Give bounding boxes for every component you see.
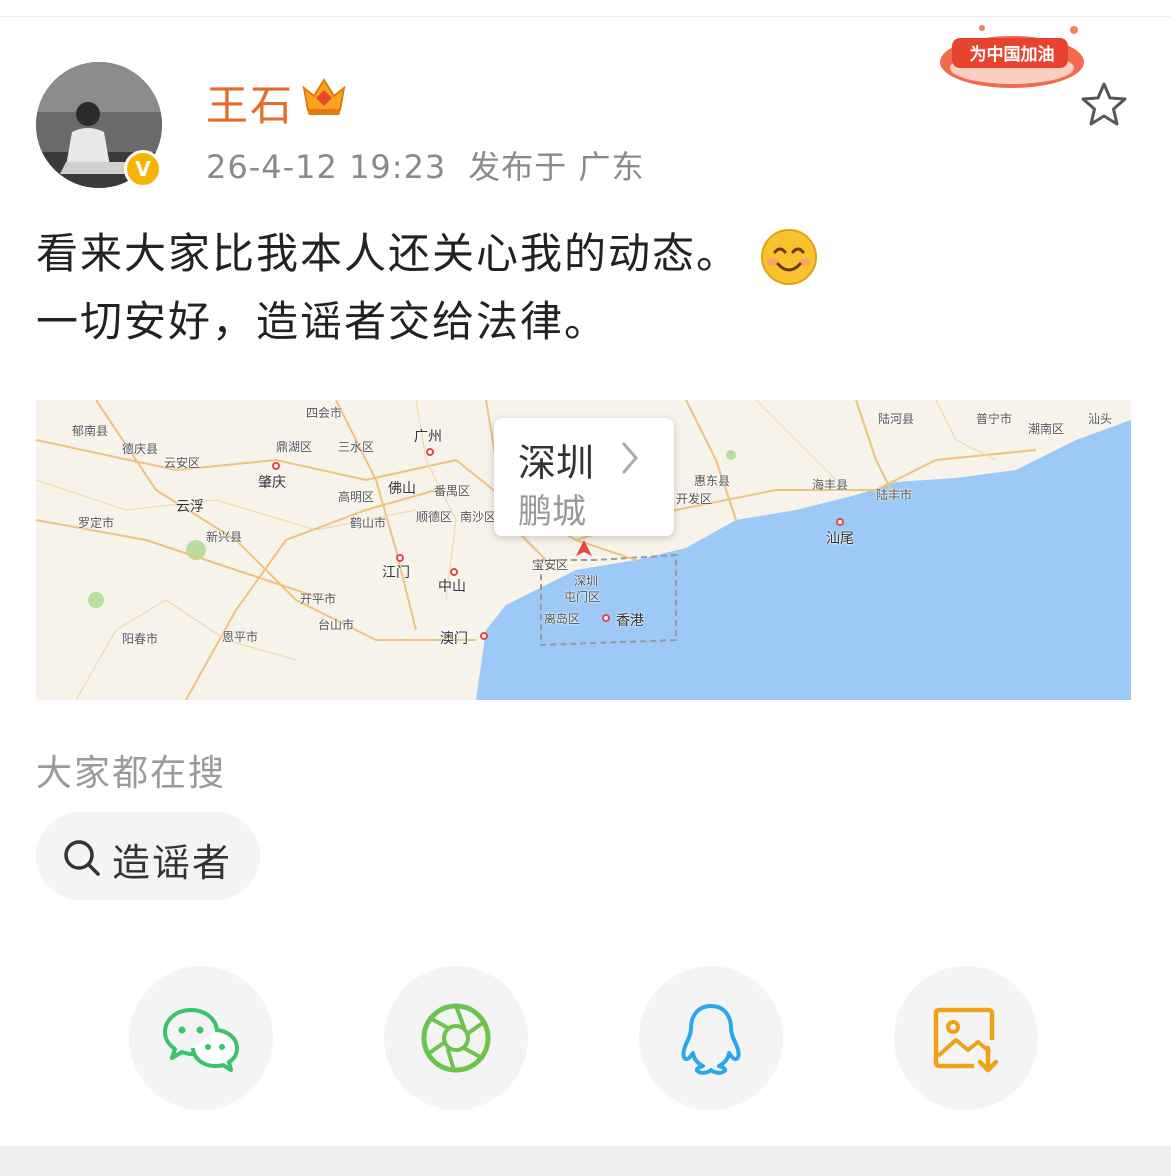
- map-label: 云安区: [164, 456, 201, 470]
- map-label: 陆河县: [878, 412, 915, 426]
- post-line-1-text: 看来大家比我本人还关心我的动态。: [36, 229, 741, 278]
- cheer-china-badge: 为中国加油: [940, 25, 1084, 88]
- map-label: 屯门区: [564, 590, 601, 604]
- map-label: 开发区: [676, 492, 713, 506]
- map-label: 恩平市: [222, 630, 259, 644]
- map-label: 香港: [616, 613, 644, 629]
- wechat-icon: [163, 1008, 239, 1072]
- map-city-dot: [480, 632, 488, 640]
- author-name[interactable]: 王石: [206, 72, 294, 133]
- map-label: 鼎湖区: [276, 440, 313, 454]
- map-label: 南沙区: [460, 510, 497, 524]
- map-label: 佛山: [388, 481, 416, 497]
- map-label: 台山市: [318, 618, 355, 632]
- map-label: 海丰县: [812, 478, 849, 492]
- post-line-1: 看来大家比我本人还关心我的动态。: [36, 220, 818, 288]
- badge-text: 为中国加油: [970, 44, 1055, 65]
- map-label: 惠东县: [694, 474, 731, 488]
- map-label: 顺德区: [416, 510, 453, 524]
- share-qq-button[interactable]: [639, 966, 783, 1110]
- search-chip[interactable]: 造谣者: [36, 812, 260, 900]
- popup-city: 深圳: [518, 441, 595, 485]
- map-label: 广州: [414, 429, 442, 445]
- map-label: 四会市: [306, 406, 343, 420]
- map-label: 潮南区: [1028, 422, 1065, 436]
- save-image-button[interactable]: [894, 966, 1038, 1110]
- post-content: 看来大家比我本人还关心我的动态。 一切安好，造谣者交给法律。: [36, 220, 818, 356]
- post-line-2: 一切安好，造谣者交给法律。: [36, 297, 609, 346]
- map-label: 阳春市: [122, 632, 159, 646]
- vip-crown-icon: [302, 78, 346, 115]
- map-label: 三水区: [338, 440, 375, 454]
- map-city-dot: [426, 448, 434, 456]
- share-wechat-button[interactable]: [129, 966, 273, 1110]
- map-label: 汕头: [1088, 412, 1113, 426]
- map-label: 云浮: [176, 499, 204, 515]
- map-location-popup[interactable]: 深圳 鹏城: [494, 418, 674, 536]
- map-label: 鹤山市: [350, 516, 387, 530]
- post-meta: 26-4-12 19:23 发布于 广东: [206, 142, 644, 188]
- map-label: 番禺区: [434, 484, 471, 498]
- map-label: 中山: [438, 579, 466, 595]
- search-chip-label: 造谣者: [112, 841, 233, 885]
- qq-penguin-icon: [681, 1004, 741, 1075]
- map-city-dot: [836, 518, 844, 526]
- map-label: 高明区: [338, 490, 375, 504]
- map-label: 郁南县: [72, 424, 109, 438]
- map-city-dot: [272, 462, 280, 470]
- map-label: 陆丰市: [876, 488, 913, 502]
- map-label: 深圳: [574, 574, 599, 588]
- post-time: 26-4-12 19:23: [206, 148, 447, 186]
- post-location: 发布于 广东: [468, 148, 645, 186]
- map-city-dot: [602, 614, 610, 622]
- verified-badge-icon: V: [124, 150, 162, 188]
- map-label: 普宁市: [976, 412, 1013, 426]
- map-label: 开平市: [300, 592, 337, 606]
- map-city-dot: [450, 568, 458, 576]
- map-city-dot: [396, 554, 404, 562]
- chevron-right-icon: [622, 442, 638, 474]
- top-divider: [0, 16, 1171, 17]
- map-label: 新兴县: [206, 530, 243, 544]
- map-label: 江门: [382, 565, 410, 581]
- map-label: 汕尾: [826, 531, 854, 547]
- map-label: 德庆县: [122, 442, 159, 456]
- footer-bar: [0, 1146, 1171, 1176]
- trending-search-title: 大家都在搜: [36, 753, 227, 794]
- map-label: 离岛区: [544, 612, 581, 626]
- map-label: 肇庆: [258, 475, 286, 491]
- search-icon: [64, 840, 100, 876]
- map-label: 澳门: [440, 631, 468, 647]
- map-label: 罗定市: [78, 516, 115, 530]
- map-label: 宝安区: [532, 558, 569, 572]
- favorite-star-icon[interactable]: [1078, 80, 1130, 130]
- save-image-icon: [933, 1007, 999, 1073]
- popup-subtitle: 鹏城: [518, 492, 586, 532]
- smiling-face-emoji-icon: [761, 228, 818, 285]
- share-moments-button[interactable]: [384, 966, 528, 1110]
- moments-aperture-icon: [421, 1003, 491, 1073]
